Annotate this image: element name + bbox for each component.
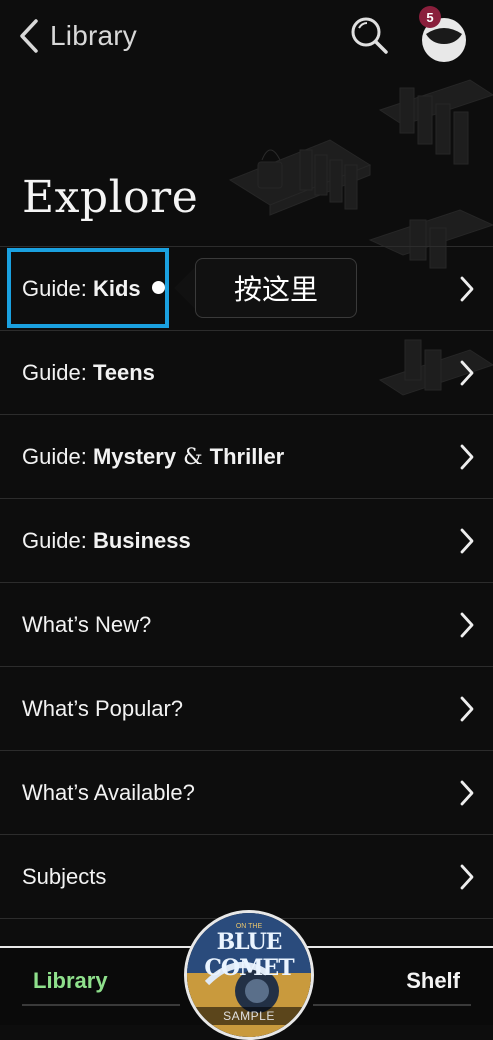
tab-library[interactable]: Library [33, 968, 108, 994]
menu-item-guide-mystery-thriller[interactable]: Guide: Mystery & Thriller [0, 414, 493, 498]
chevron-right-icon [460, 864, 474, 890]
tutorial-pointer-dot [152, 281, 165, 294]
menu-item-guide-teens[interactable]: Guide: Teens [0, 330, 493, 414]
chevron-right-icon [460, 696, 474, 722]
notification-badge: 5 [419, 6, 441, 28]
tooltip-arrow [174, 266, 196, 310]
chevron-right-icon [460, 276, 474, 302]
menu-item-label: What’s Popular? [22, 695, 184, 721]
menu-item-label: What’s Available? [22, 779, 195, 805]
menu-item-label: Subjects [22, 863, 107, 889]
chevron-right-icon [460, 360, 474, 386]
menu-item-whats-popular[interactable]: What’s Popular? [0, 666, 493, 750]
tab-shelf[interactable]: Shelf [406, 968, 460, 994]
tab-divider [313, 1004, 471, 1006]
menu-item-label: Guide: Mystery & Thriller [22, 443, 285, 470]
search-icon [351, 17, 388, 54]
menu-item-guide-business[interactable]: Guide: Business [0, 498, 493, 582]
chevron-right-icon [460, 612, 474, 638]
tutorial-tooltip: 按这里 [195, 258, 357, 318]
back-button[interactable]: Library [18, 14, 137, 58]
search-button[interactable] [348, 14, 392, 58]
book-cover-title: BLUE COMET [204, 929, 294, 981]
tab-divider [22, 1004, 180, 1006]
menu-item-subjects[interactable]: Subjects [0, 834, 493, 918]
menu-item-label: What’s New? [22, 611, 152, 637]
top-bar: Library 5 [0, 0, 493, 72]
sample-label: SAMPLE [187, 1007, 311, 1025]
menu-item-label: Guide: Kids [22, 275, 141, 301]
chevron-right-icon [460, 528, 474, 554]
menu-item-label: Guide: Teens [22, 359, 155, 385]
menu-item-whats-new[interactable]: What’s New? [0, 582, 493, 666]
chevron-right-icon [460, 780, 474, 806]
chevron-left-icon [20, 19, 38, 53]
page-title: Explore [22, 172, 199, 223]
menu-item-whats-available[interactable]: What’s Available? [0, 750, 493, 834]
explore-menu: Guide: Kids Guide: Teens Guide: Mystery … [0, 246, 493, 959]
chevron-right-icon [460, 444, 474, 470]
menu-item-label: Guide: Business [22, 527, 191, 553]
current-book-button[interactable]: ON THE BLUE COMET SAMPLE [184, 910, 314, 1040]
back-label: Library [50, 20, 137, 51]
